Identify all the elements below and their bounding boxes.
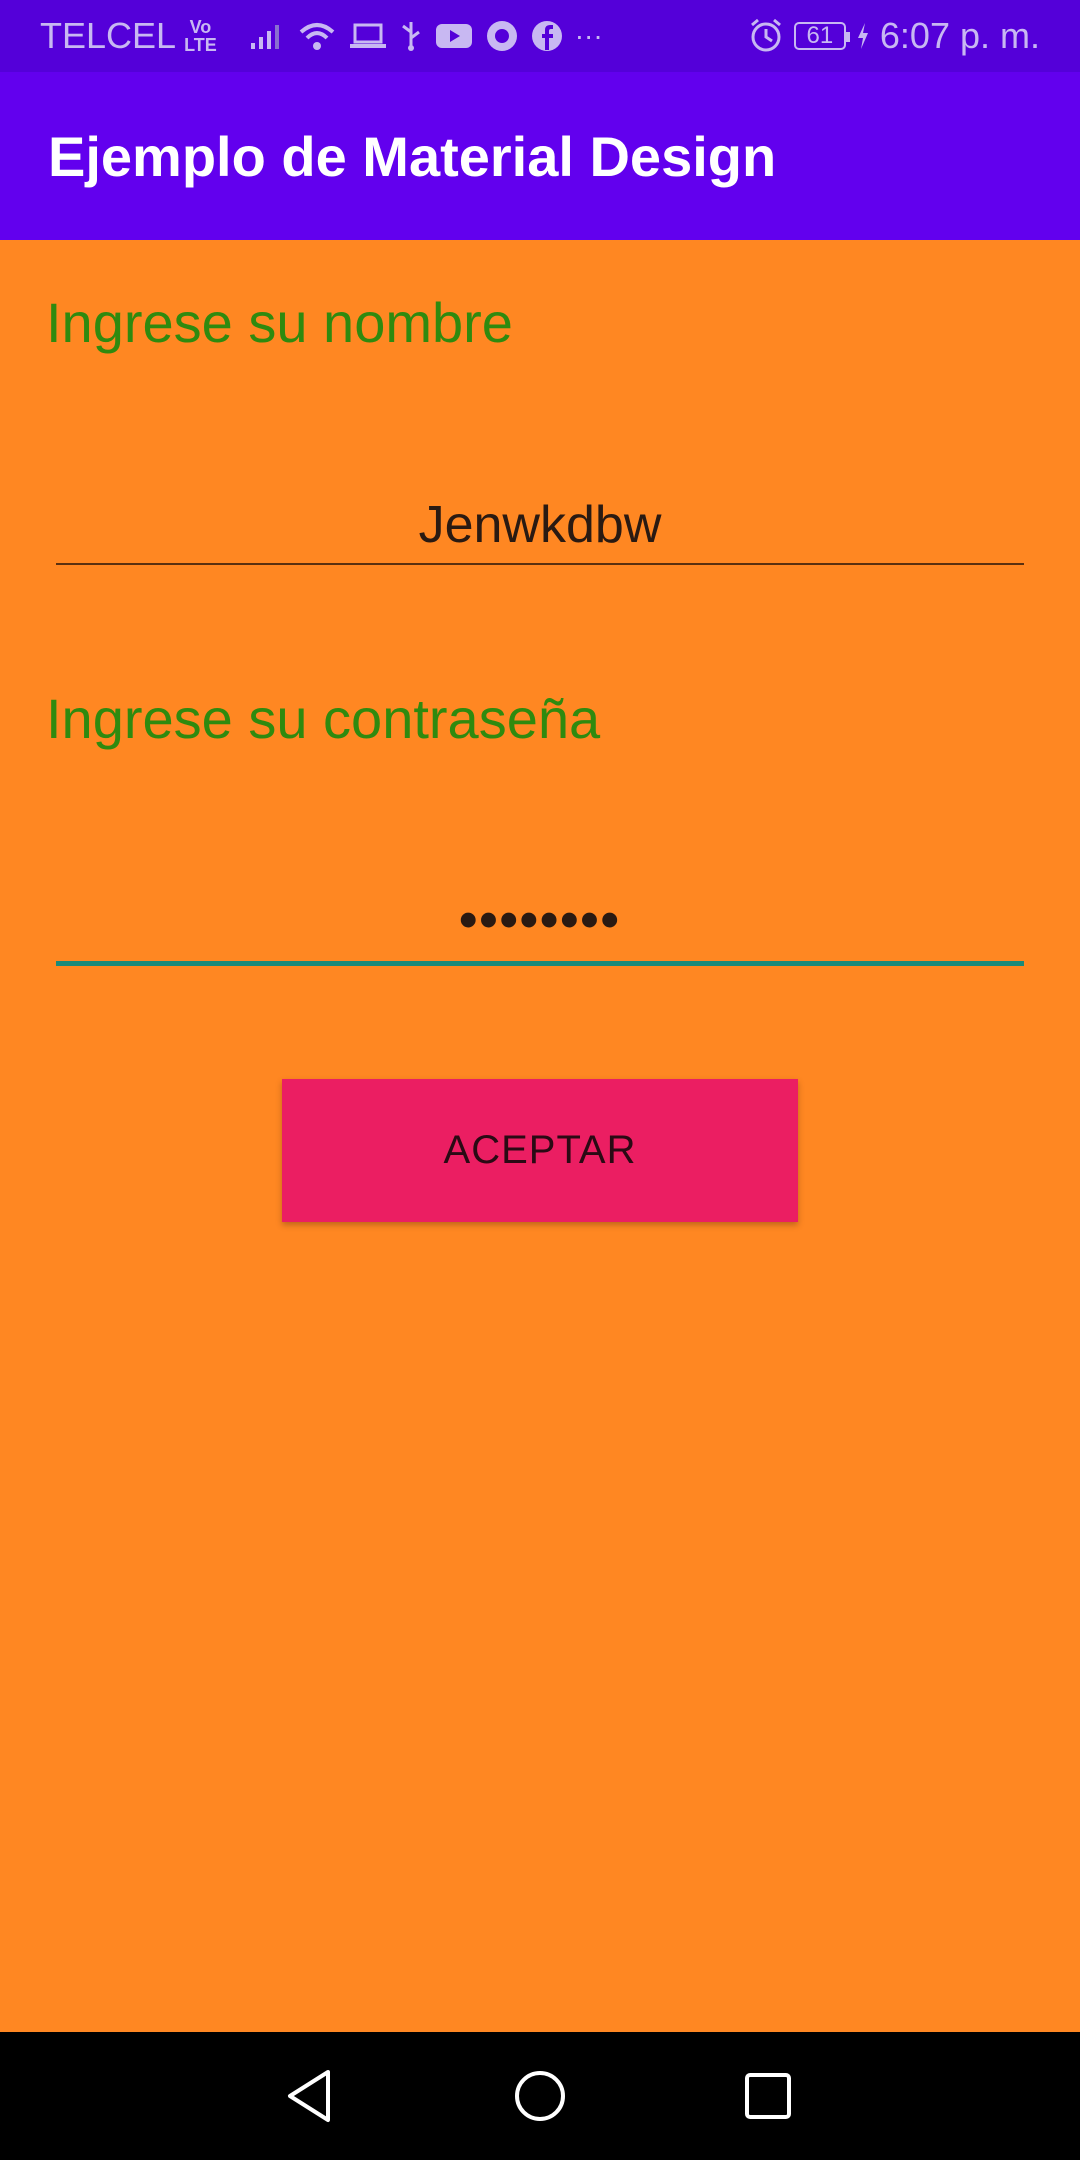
volte-top: Vo	[189, 17, 212, 37]
more-notifications-icon: ···	[574, 20, 603, 51]
password-input-underline	[56, 961, 1024, 966]
volte-indicator: Vo LTE	[184, 18, 217, 54]
app-title: Ejemplo de Material Design	[48, 124, 777, 188]
app-bar: Ejemplo de Material Design	[0, 72, 1080, 240]
home-icon[interactable]	[502, 2058, 578, 2134]
youtube-icon	[435, 22, 473, 50]
password-label: Ingrese su contraseña	[46, 687, 601, 750]
charging-icon	[856, 22, 870, 50]
name-input-underline	[56, 563, 1024, 565]
back-icon[interactable]	[272, 2058, 348, 2134]
accept-button-label: ACEPTAR	[443, 1128, 637, 1172]
carrier-name: TELCEL	[40, 15, 177, 56]
recents-icon[interactable]	[730, 2058, 806, 2134]
laptop-icon	[349, 22, 387, 50]
battery-indicator: 61	[793, 22, 850, 50]
status-bar: TELCEL Vo LTE ··· 61 6:07 p. m.	[0, 0, 1080, 72]
clock: 6:07 p. m.	[879, 15, 1040, 56]
alarm-icon	[748, 18, 784, 54]
volte-bottom: LTE	[184, 35, 217, 55]
facebook-icon	[531, 20, 563, 52]
usb-icon	[399, 20, 423, 52]
password-input[interactable]: ••••••••	[56, 865, 1024, 975]
signal-icon	[249, 21, 285, 51]
app-icon	[485, 19, 519, 53]
name-label: Ingrese su nombre	[46, 291, 513, 354]
accept-button[interactable]: ACEPTAR	[282, 1079, 798, 1222]
battery-level: 61	[806, 22, 834, 49]
wifi-icon	[297, 20, 337, 52]
